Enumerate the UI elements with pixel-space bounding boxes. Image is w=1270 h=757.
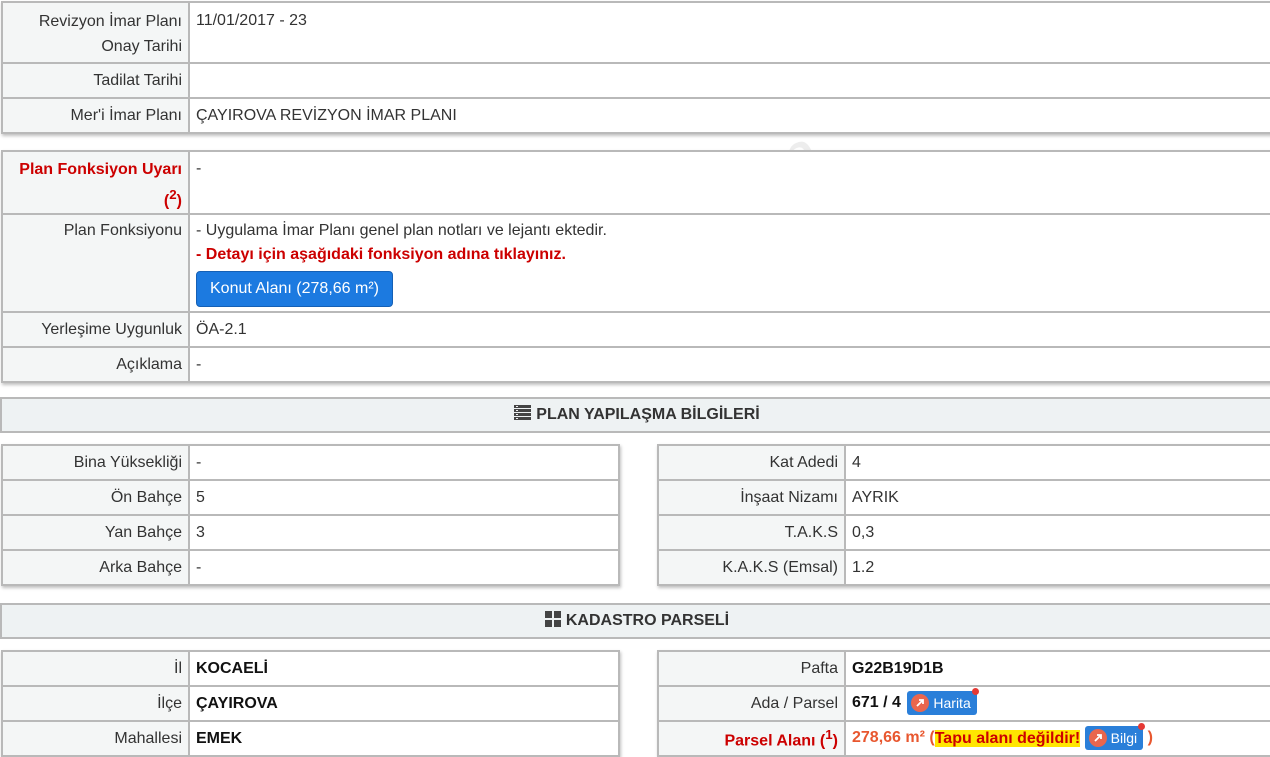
province-row: İl KOCAELİ [1,650,620,687]
parcel-area-close-paren: ) [1143,729,1153,747]
map-button-label: Harita [933,695,971,712]
description-row: Açıklama - [1,346,1270,384]
residential-area-button[interactable]: Konut Alanı (278,66 m²) [196,271,393,308]
side-yard-value: 3 [188,514,620,551]
settlement-value: ÖA-2.1 [188,311,1270,349]
plan-approval-label: Revizyon İmar Planı Onay Tarihi [1,1,190,64]
floor-count-value: 4 [844,444,1270,481]
plan-approval-value: 11/01/2017 - 23 [188,1,1270,64]
front-yard-label: Ön Bahçe [1,479,190,516]
district-value: ÇAYIROVA [188,685,620,722]
current-plan-row: Mer'i İmar Planı ÇAYIROVA REVİZYON İMAR … [1,97,1270,134]
back-yard-row: Arka Bahçe - [1,549,620,586]
plan-approval-row: Revizyon İmar Planı Onay Tarihi 11/01/20… [1,1,1270,64]
province-value: KOCAELİ [188,650,620,687]
function-warning-label: Plan Fonksiyon Uyarı (2) [1,149,190,216]
parcel-area-footnote: 1 [825,727,833,743]
plan-function-row: Plan Fonksiyonu - Uygulama İmar Planı ge… [1,213,1270,314]
building-height-value: - [188,444,620,481]
grid-icon [544,610,561,632]
plan-info-table: Revizyon İmar Planı Onay Tarihi 11/01/20… [1,1,1270,134]
cadastre-right-table: Pafta G22B19D1B Ada / Parsel 671 / 4 Har… [657,650,1270,757]
sheet-row: Pafta G22B19D1B [657,650,1270,687]
parcel-area-open-paren: ( [924,729,935,747]
kaks-label: K.A.K.S (Emsal) [657,549,846,586]
back-yard-value: - [188,549,620,586]
description-label: Açıklama [1,346,190,384]
side-yard-row: Yan Bahçe 3 [1,514,620,551]
block-parcel-number: 671 / 4 [852,694,901,712]
plan-function-note: - Uygulama İmar Planı genel plan notları… [196,222,607,240]
district-row: İlçe ÇAYIROVA [1,685,620,722]
building-height-row: Bina Yüksekliği - [1,444,620,481]
function-warning-footnote: 2 [169,187,177,202]
revision-date-label: Tadilat Tarihi [1,62,190,99]
taks-value: 0,3 [844,514,1270,551]
settlement-label: Yerleşime Uygunluk [1,311,190,349]
side-yard-label: Yan Bahçe [1,514,190,551]
plan-function-hint: - Detayı için aşağıdaki fonksiyon adına … [196,246,566,264]
building-height-label: Bina Yüksekliği [1,444,190,481]
deed-area-warning: Tapu alanı değildir! [934,729,1081,747]
function-warning-value: - [188,149,1270,216]
neighborhood-row: Mahallesi EMEK [1,720,620,757]
construction-order-label: İnşaat Nizamı [657,479,846,516]
building-section-title: PLAN YAPILAŞMA BİLGİLERİ [536,406,760,423]
map-button[interactable]: Harita [907,688,979,716]
cadastre-section-header: KADASTRO PARSELİ [0,603,1270,639]
function-warning-row: Plan Fonksiyon Uyarı (2) - [1,149,1270,216]
kaks-value: 1.2 [844,549,1270,586]
taks-label: T.A.K.S [657,514,846,551]
parcel-area-label: Parsel Alanı (1) [657,720,846,757]
parcel-area-row: Parsel Alanı (1) 278,66 m² (Tapu alanı d… [657,720,1270,757]
construction-order-row: İnşaat Nizamı AYRIK [657,479,1270,516]
cadastre-left-table: İl KOCAELİ İlçe ÇAYIROVA Mahallesi EMEK [1,650,620,757]
building-right-table: Kat Adedi 4 İnşaat Nizamı AYRIK T.A.K.S … [657,444,1270,586]
district-label: İlçe [1,685,190,722]
kaks-row: K.A.K.S (Emsal) 1.2 [657,549,1270,586]
parcel-area-value: 278,66 m² (Tapu alanı değildir! Bilgi ) [844,720,1270,757]
parcel-area-label-text: Parsel Alanı ( [724,732,826,750]
description-value: - [188,346,1270,384]
sheet-value: G22B19D1B [844,650,1270,687]
notification-dot [971,688,979,696]
revision-date-value [188,62,1270,99]
function-info-table: Plan Fonksiyon Uyarı (2) - Plan Fonksiyo… [1,149,1270,384]
list-icon [514,405,532,425]
current-plan-value: ÇAYIROVA REVİZYON İMAR PLANI [188,97,1270,134]
external-link-icon [911,694,930,713]
block-parcel-value: 671 / 4 Harita [844,685,1270,722]
construction-order-value: AYRIK [844,479,1270,516]
function-warning-label-text: Plan Fonksiyon Uyarı ( [19,161,182,210]
plan-function-label: Plan Fonksiyonu [1,213,190,314]
function-warning-label-end: ) [176,192,182,210]
floor-count-label: Kat Adedi [657,444,846,481]
building-left-table: Bina Yüksekliği - Ön Bahçe 5 Yan Bahçe 3… [1,444,620,586]
parcel-area-label-end: ) [832,732,838,750]
floor-count-row: Kat Adedi 4 [657,444,1270,481]
plan-function-value: - Uygulama İmar Planı genel plan notları… [188,213,1270,314]
external-link-icon [1088,729,1107,748]
current-plan-label: Mer'i İmar Planı [1,97,190,134]
cadastre-section-title: KADASTRO PARSELİ [565,612,730,629]
front-yard-value: 5 [188,479,620,516]
revision-date-row: Tadilat Tarihi [1,62,1270,99]
block-parcel-row: Ada / Parsel 671 / 4 Harita [657,685,1270,722]
taks-row: T.A.K.S 0,3 [657,514,1270,551]
front-yard-row: Ön Bahçe 5 [1,479,620,516]
building-section-header: PLAN YAPILAŞMA BİLGİLERİ [0,397,1270,433]
sheet-label: Pafta [657,650,846,687]
back-yard-label: Arka Bahçe [1,549,190,586]
neighborhood-label: Mahallesi [1,720,190,757]
settlement-row: Yerleşime Uygunluk ÖA-2.1 [1,311,1270,349]
neighborhood-value: EMEK [188,720,620,757]
parcel-area-number: 278,66 m² [852,729,925,747]
province-label: İl [1,650,190,687]
block-parcel-label: Ada / Parsel [657,685,846,722]
